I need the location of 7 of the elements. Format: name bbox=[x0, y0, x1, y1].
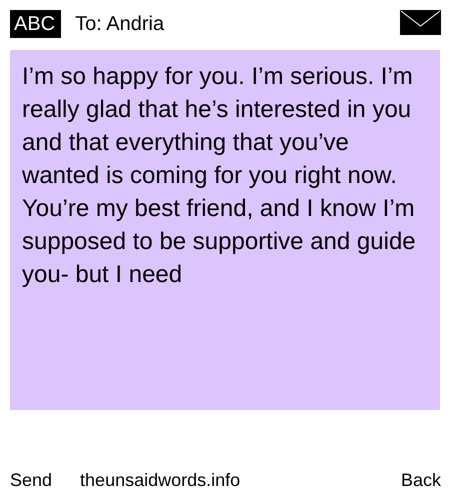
website-label: theunsaidwords.info bbox=[80, 470, 240, 492]
send-button[interactable]: Send bbox=[10, 470, 52, 500]
message-text[interactable]: I’m so happy for you. I’m serious. I’m really glad that he’s interested in you and that everything that you’ve wanted is coming for you right now. You’re my best friend, and I know I’m supposed to be supportive and guide you- but I need bbox=[10, 50, 440, 410]
input-mode-indicator: ABC bbox=[10, 10, 62, 38]
recipient-label: To: Andria bbox=[75, 12, 164, 37]
envelope-icon bbox=[400, 10, 441, 35]
back-button[interactable]: Back bbox=[400, 470, 441, 500]
